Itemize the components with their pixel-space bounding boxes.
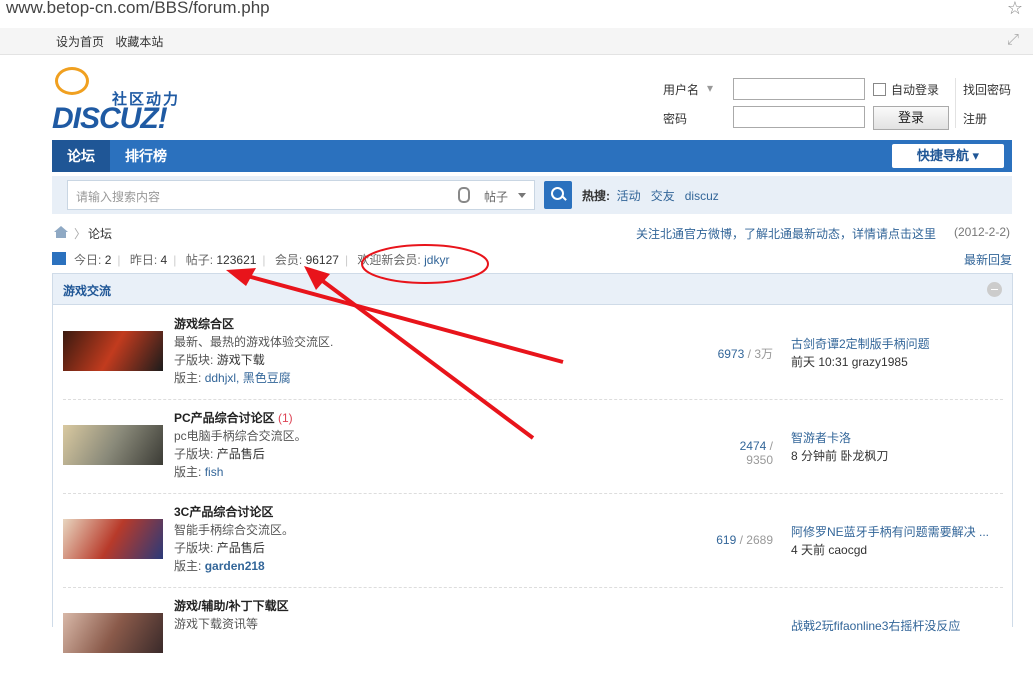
annotation-arrowhead-2 <box>304 266 330 290</box>
annotation-ellipse <box>361 244 489 284</box>
annotation-overlay <box>226 244 564 440</box>
annotation-arrow-1 <box>239 272 564 364</box>
annotation-arrow-2 <box>314 274 535 440</box>
